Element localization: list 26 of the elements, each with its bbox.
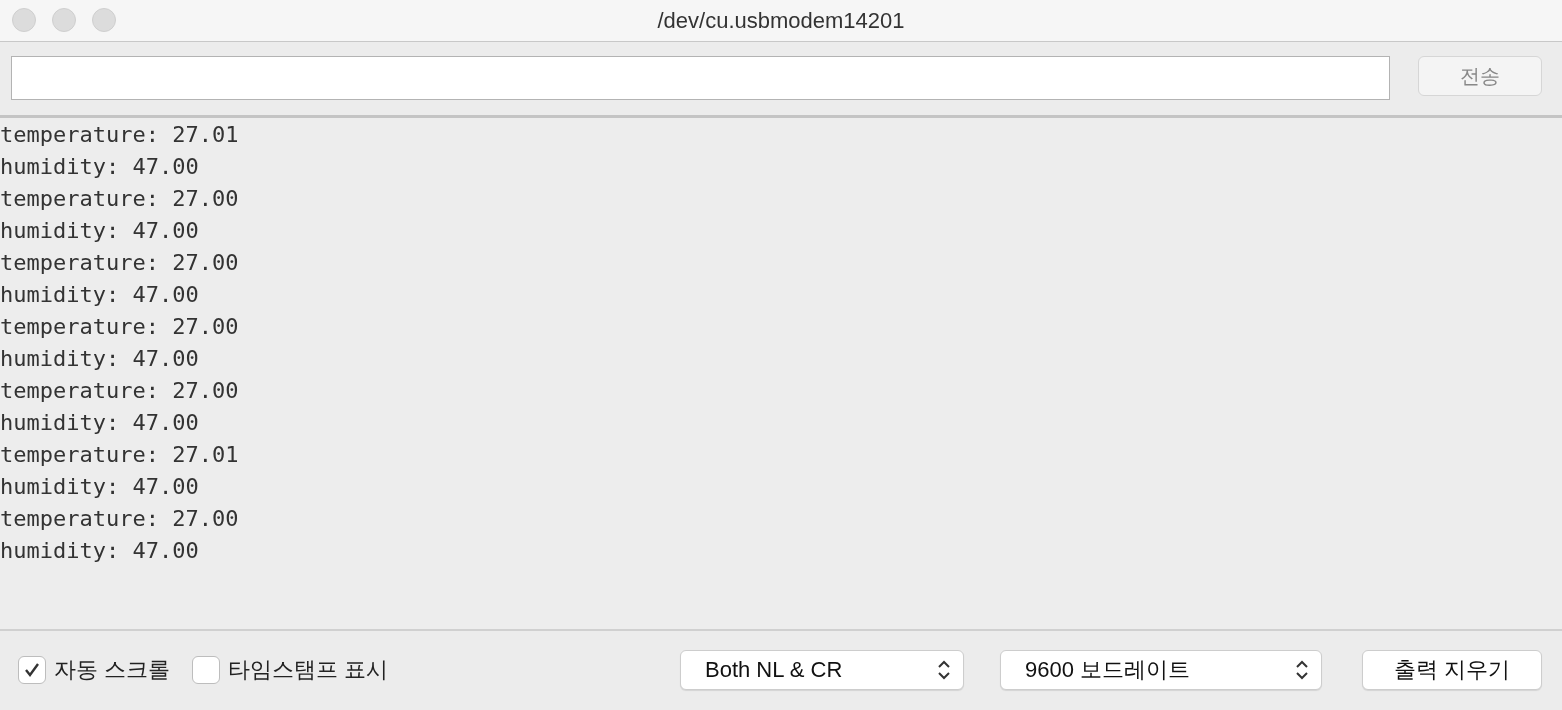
baud-rate-dropdown[interactable]: 9600 보드레이트 — [1000, 649, 1322, 690]
output-line: humidity: 47.00 — [0, 409, 199, 437]
output-line: humidity: 47.00 — [0, 537, 199, 565]
output-line: humidity: 47.00 — [0, 473, 199, 501]
close-button[interactable] — [12, 8, 36, 32]
output-line: temperature: 27.00 — [0, 249, 239, 277]
minimize-button[interactable] — [52, 8, 76, 32]
output-line: humidity: 47.00 — [0, 281, 199, 309]
output-line: temperature: 27.01 — [0, 441, 239, 469]
zoom-button[interactable] — [92, 8, 116, 32]
output-line: temperature: 27.00 — [0, 505, 239, 533]
checkbox-label: 자동 스크롤 — [54, 656, 171, 684]
output-line: humidity: 47.00 — [0, 345, 199, 373]
output-line: humidity: 47.00 — [0, 153, 199, 181]
output-line: temperature: 27.00 — [0, 185, 239, 213]
output-line: temperature: 27.00 — [0, 313, 239, 341]
checkbox[interactable] — [18, 655, 46, 684]
checkbox[interactable] — [192, 655, 221, 684]
line-ending-dropdown[interactable]: Both NL & CR — [680, 649, 964, 690]
output-line: temperature: 27.00 — [0, 377, 239, 405]
checkbox-label: 타임스탬프 표시 — [228, 656, 389, 684]
output-line: temperature: 27.01 — [0, 121, 239, 149]
window-title: /dev/cu.usbmodem14201 — [657, 7, 905, 35]
input-field[interactable] — [11, 56, 1390, 100]
output-line: humidity: 47.00 — [0, 217, 199, 245]
clear-output-button[interactable]: 출력 지우기 — [1362, 649, 1542, 690]
